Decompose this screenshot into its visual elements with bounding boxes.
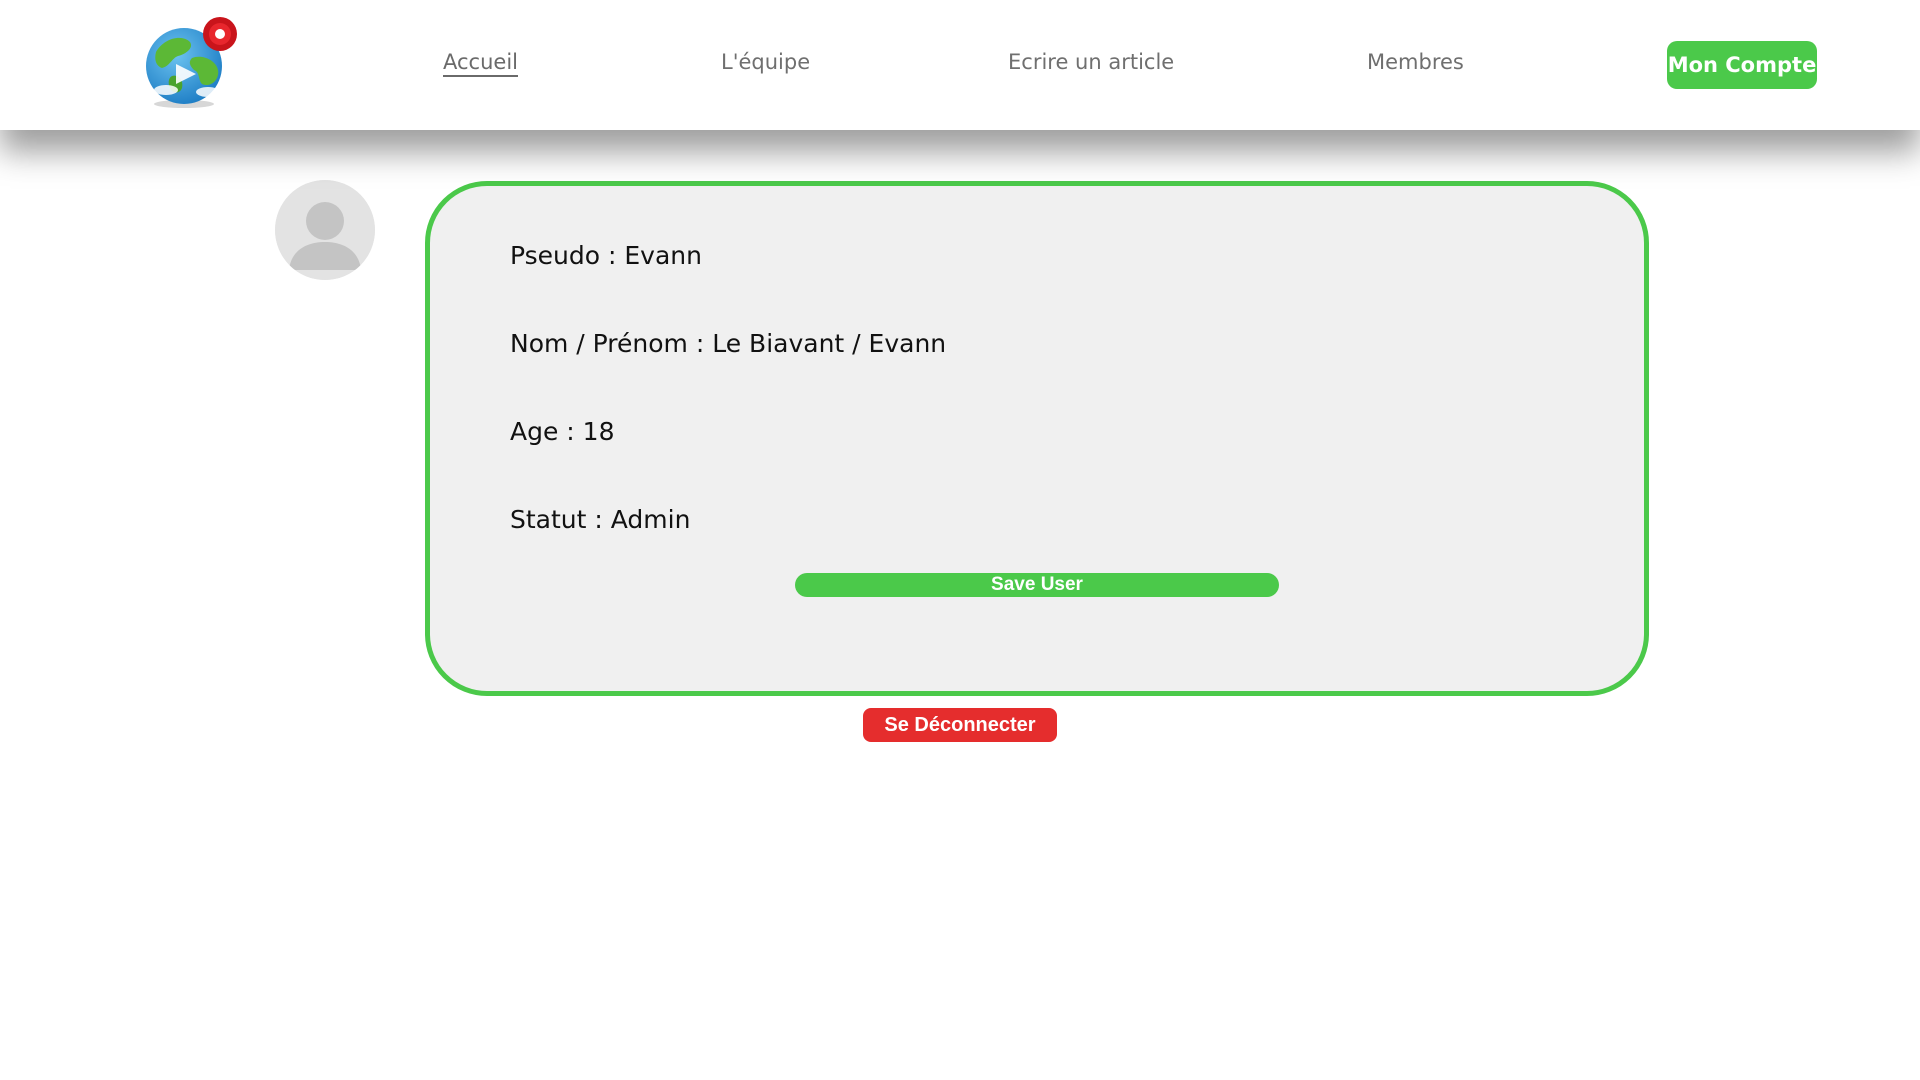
nav-link-membres[interactable]: Membres (1367, 50, 1464, 74)
mon-compte-button[interactable]: Mon Compte (1667, 41, 1817, 89)
nav-link-accueil[interactable]: Accueil (443, 50, 518, 74)
name-field: Nom / Prénom : Le Biavant / Evann (510, 329, 947, 358)
nav-link-ecrire-article[interactable]: Ecrire un article (1008, 50, 1174, 74)
age-field: Age : 18 (510, 417, 615, 446)
nav-link-equipe[interactable]: L'équipe (721, 50, 810, 74)
profile-card: Pseudo : Evann Nom / Prénom : Le Biavant… (425, 181, 1649, 696)
site-logo[interactable] (142, 14, 242, 110)
status-field: Statut : Admin (510, 505, 691, 534)
save-user-button[interactable]: Save User (795, 573, 1279, 597)
top-navbar: Accueil L'équipe Ecrire un article Membr… (0, 0, 1920, 130)
globe-with-location-pin-icon (146, 17, 237, 108)
avatar (275, 180, 375, 280)
logout-button[interactable]: Se Déconnecter (863, 708, 1057, 742)
user-avatar-icon (275, 180, 375, 280)
pseudo-field: Pseudo : Evann (510, 241, 702, 270)
